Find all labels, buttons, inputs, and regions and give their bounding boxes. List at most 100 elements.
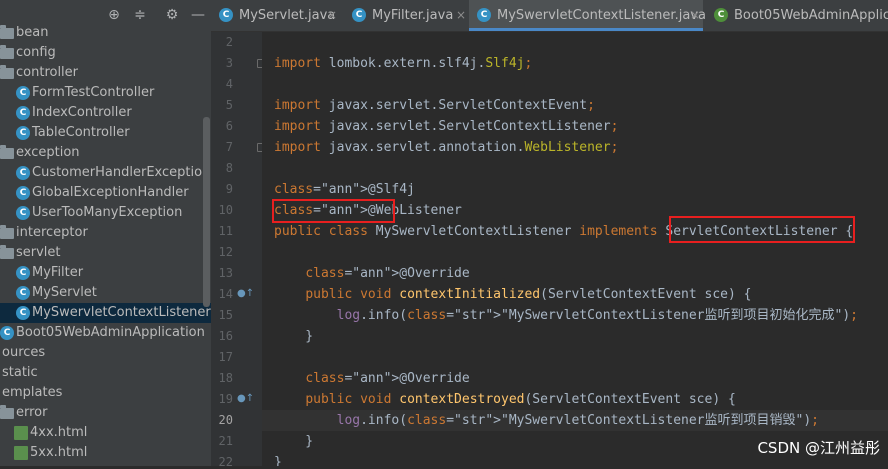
line-number: 4 [225,77,233,91]
tab-label: Boot05WebAdminApplicatio [734,8,888,23]
line-gutter[interactable]: 2 3 4 5 6 7 8 9 10 11 12 13 14 ●↑ 15 16 17 18 19 ●↑ 20 21 22 [211,32,265,469]
override-marker-icon[interactable]: ●↑ [237,288,254,299]
code-line: class="ann">@Override [305,266,470,281]
tree-file-item[interactable]: C FormTestController [0,83,211,103]
java-class-icon: C [16,186,30,200]
java-class-icon: C [16,206,30,220]
line-number: 11 [218,224,233,238]
java-class-icon: C [0,326,14,340]
line-number: 20 [218,413,233,427]
folder-icon [0,145,14,159]
gear-icon[interactable]: ⚙ [164,7,180,23]
tree-folder-item[interactable]: servlet [0,243,211,263]
java-class-icon: C [16,306,30,320]
tree-scrollbar[interactable] [203,117,210,307]
line-number: 17 [218,350,233,364]
tree-folder-item[interactable]: emplates [0,383,211,403]
tree-folder-item[interactable]: interceptor [0,223,211,243]
tree-file-item[interactable]: 5xx.html [0,443,211,463]
tree-item-label: Boot05WebAdminApplication [16,325,205,340]
folder-icon [0,45,14,59]
tree-file-item[interactable]: 4xx.html [0,423,211,443]
folder-icon [0,65,14,79]
tab-myservlet[interactable]: C MyServlet.java × [211,0,340,31]
tree-item-label: servlet [16,245,61,260]
tree-item-label: static [2,365,38,380]
close-icon[interactable]: × [456,0,466,31]
editor-tab-bar: C MyServlet.java × C MyFilter.java × C M… [211,0,888,32]
java-class-icon: C [16,286,30,300]
code-line: } [274,434,314,449]
line-number: 22 [218,455,233,469]
java-class-icon: C [16,126,30,140]
tree-folder-item[interactable]: bean [0,23,211,43]
java-class-icon: C [16,166,30,180]
tab-myfilter[interactable]: C MyFilter.java × [344,0,466,31]
line-number: 13 [218,266,233,280]
tree-file-item[interactable]: C MyServlet [0,283,211,303]
project-tree-panel: ⊕ ≑ ⚙ — bean config controller C FormTestCon… [0,0,211,466]
tree-item-label: controller [16,65,79,80]
code-line: class="ann">@Override [305,371,470,386]
code-line: class="ann">@Slf4j [274,182,415,197]
tree-item-label: emplates [2,385,63,400]
java-class-icon: C [16,106,30,120]
tree-item-label: UserTooManyException [32,205,183,220]
tree-item-label: MySwervletContextListener [32,305,211,320]
code-line: log.info(class="str">"MySwervletContextL… [336,308,858,323]
tree-item-label: config [16,45,56,60]
tree-file-item[interactable]: CCustomerHandlerExceptionRes [0,163,211,183]
tree-item-label: IndexController [32,105,132,120]
tree-folder-item[interactable]: static [0,363,211,383]
tree-list: bean config controller C FormTestController C… [0,23,211,463]
code-editor[interactable]: import lombok.extern.slf4j.Slf4j; import … [262,32,888,466]
tree-folder-item[interactable]: exception [0,143,211,163]
tab-myswervletcontextlistener[interactable]: C MySwervletContextListener.java × [469,0,706,31]
line-number: 9 [225,182,233,196]
minimize-icon[interactable]: — [190,7,206,23]
line-number: 21 [218,434,233,448]
code-line: public void contextInitialized(ServletCo… [305,287,752,302]
tree-folder-item[interactable]: config [0,43,211,63]
folder-icon [0,225,14,239]
collapse-icon[interactable]: ≑ [132,7,148,23]
tree-item-label: MyServlet [32,285,97,300]
code-line: } [274,329,314,344]
crosshair-icon[interactable]: ⊕ [106,7,122,23]
close-icon[interactable]: × [327,0,337,31]
java-class-icon: C [16,266,30,280]
tree-file-item[interactable]: C Boot05WebAdminApplication [0,323,211,343]
tree-folder-item[interactable]: error [0,403,211,423]
line-number: 2 [225,35,233,49]
tree-file-item[interactable]: C MyFilter [0,263,211,283]
tree-item-label: 4xx.html [30,425,88,440]
java-class-icon: C [352,8,366,22]
tree-folder-item[interactable]: ources [0,343,211,363]
close-icon[interactable]: × [690,0,700,31]
line-number: 15 [218,308,233,322]
tab-boot05webadminapplication[interactable]: C Boot05WebAdminApplicatio [706,0,888,31]
tree-file-item[interactable]: C TableController [0,123,211,143]
line-number: 5 [225,98,233,112]
tree-file-item[interactable]: C IndexController [0,103,211,123]
line-number: 8 [225,161,233,175]
line-number: 14 [218,287,233,301]
tree-item-label: bean [16,25,49,40]
code-line: } [274,455,282,466]
tree-item-label: FormTestController [32,85,155,100]
highlight-box-servletcontextlistener [669,216,855,243]
tab-label: MySwervletContextListener.java [497,8,706,23]
java-class-icon: C [477,8,491,22]
tree-folder-item[interactable]: controller [0,63,211,83]
tree-file-item[interactable]: C UserTooManyException [0,203,211,223]
code-line: import javax.servlet.annotation.WebListe… [274,140,619,155]
tree-file-item[interactable]: C GlobalExceptionHandler [0,183,211,203]
tree-file-item[interactable]: C MySwervletContextListener [0,303,211,323]
app-class-icon: C [714,8,728,22]
code-line: public void contextDestroyed(ServletCont… [305,392,736,407]
line-number: 3 [225,56,233,70]
line-number: 18 [218,371,233,385]
override-marker-icon[interactable]: ●↑ [237,393,254,404]
tree-item-label: GlobalExceptionHandler [32,185,189,200]
tree-item-label: interceptor [16,225,88,240]
